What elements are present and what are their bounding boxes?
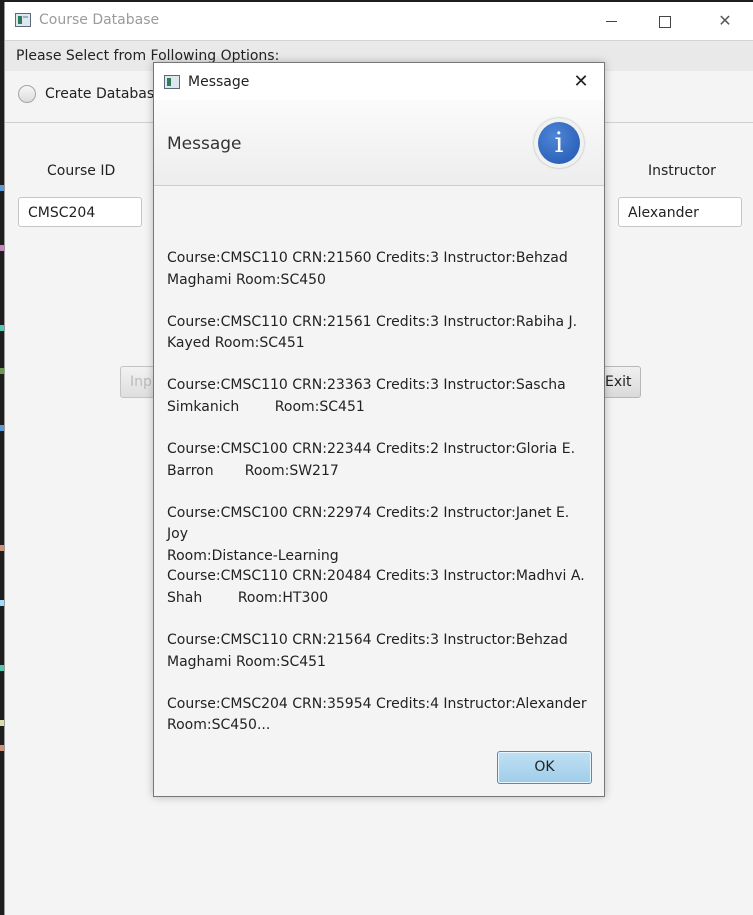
course-id-input[interactable]: CMSC204 bbox=[18, 197, 142, 227]
exit-button[interactable]: Exit bbox=[602, 366, 641, 398]
minimize-button[interactable] bbox=[588, 2, 634, 40]
dialog-title: Message bbox=[188, 74, 250, 90]
app-icon bbox=[15, 13, 31, 27]
window-title: Course Database bbox=[39, 12, 160, 28]
course-entry: Course:CMSC100 CRN:22974 Credits:2 Instr… bbox=[167, 504, 570, 564]
instructor-label: Instructor bbox=[648, 163, 716, 179]
create-database-label[interactable]: Create Database bbox=[45, 86, 163, 102]
minimize-icon bbox=[605, 21, 617, 22]
instructor-input[interactable]: Alexander bbox=[618, 197, 742, 227]
close-icon: ✕ bbox=[718, 11, 732, 30]
dialog-header-text: Message bbox=[167, 134, 242, 154]
course-entry: Course:CMSC110 CRN:23363 Credits:3 Instr… bbox=[167, 377, 566, 415]
dialog-app-icon bbox=[164, 75, 180, 89]
course-id-label: Course ID bbox=[47, 163, 116, 179]
course-entry: Course:CMSC204 CRN:35954 Credits:4 Instr… bbox=[167, 695, 587, 734]
message-body: Course:CMSC110 CRN:21560 Credits:3 Instr… bbox=[167, 248, 587, 758]
close-button[interactable]: ✕ bbox=[702, 2, 748, 40]
create-database-radio[interactable] bbox=[18, 85, 36, 103]
course-entry: Course:CMSC110 CRN:20484 Credits:3 Instr… bbox=[167, 568, 585, 606]
maximize-icon bbox=[659, 15, 671, 28]
dialog-header: Message i bbox=[154, 100, 604, 186]
course-entry: Course:CMSC100 CRN:22344 Credits:2 Instr… bbox=[167, 441, 576, 479]
window-titlebar[interactable]: Course Database ✕ bbox=[5, 2, 753, 40]
course-entry: Course:CMSC110 CRN:21564 Credits:3 Instr… bbox=[167, 632, 568, 670]
info-icon: i bbox=[534, 118, 584, 168]
close-icon: ✕ bbox=[573, 71, 589, 92]
ok-button[interactable]: OK bbox=[497, 751, 592, 784]
course-entry: Course:CMSC110 CRN:21560 Credits:3 Instr… bbox=[167, 250, 568, 288]
dialog-titlebar[interactable]: Message ✕ bbox=[154, 63, 604, 100]
dialog-close-button[interactable]: ✕ bbox=[568, 69, 594, 95]
course-entry: Course:CMSC110 CRN:21561 Credits:3 Instr… bbox=[167, 313, 578, 352]
message-dialog: Message ✕ Message i Course:CMSC110 CRN:2… bbox=[153, 62, 605, 797]
maximize-button[interactable] bbox=[642, 2, 688, 40]
info-icon-glyph: i bbox=[538, 122, 580, 164]
